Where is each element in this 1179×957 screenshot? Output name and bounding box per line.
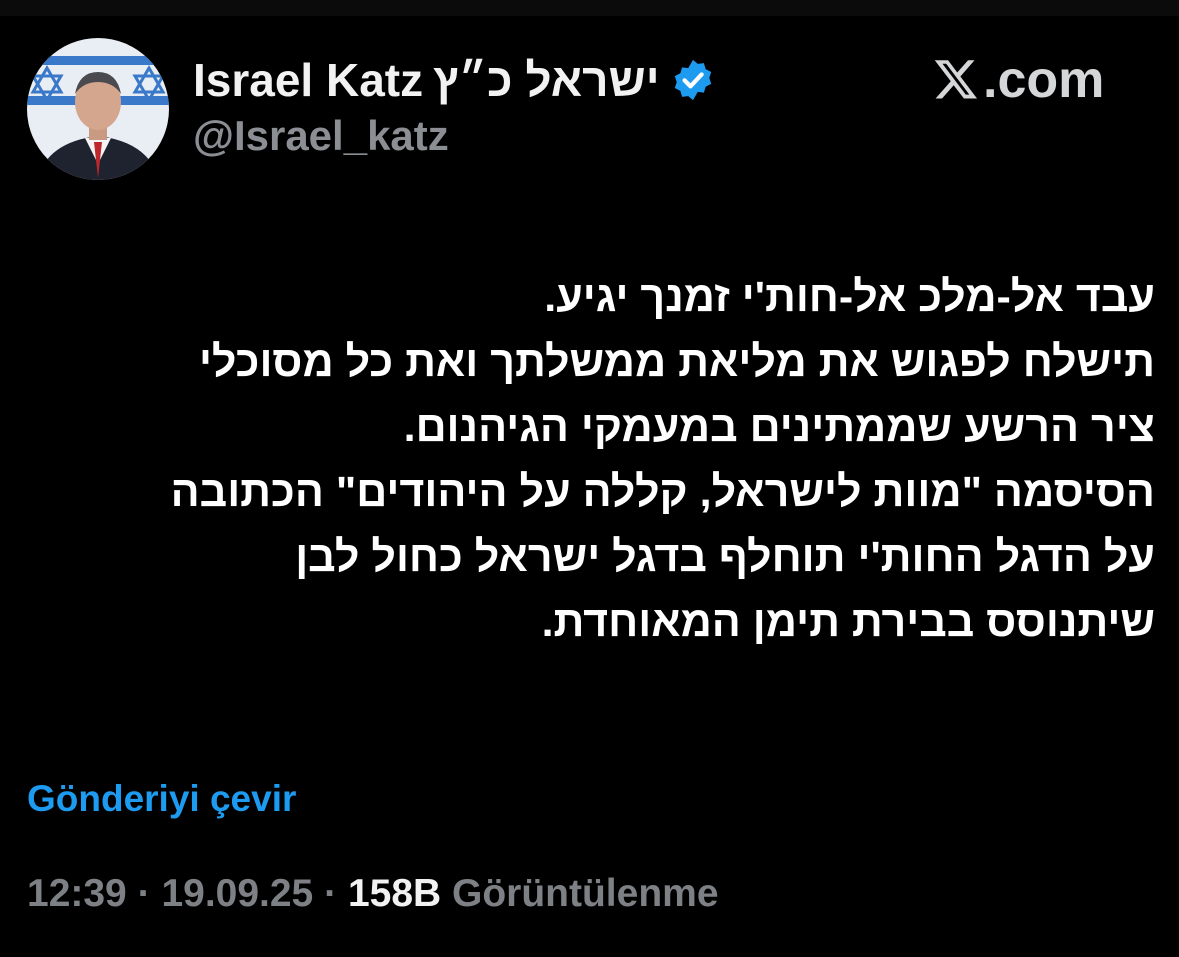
- brand-watermark: .com: [931, 50, 1104, 110]
- tweet-line: עבד אל-מלכ אל-חות'י זמנך יגיע.: [544, 273, 1155, 321]
- display-name-he: ישראל כ״ץ: [433, 54, 660, 106]
- display-name[interactable]: Israel Katz ישראל כ״ץ: [193, 52, 716, 108]
- views-label: Görüntülenme: [452, 872, 719, 915]
- display-name-en: Israel Katz: [193, 54, 424, 106]
- x-logo-icon: [931, 55, 981, 105]
- handle[interactable]: @Israel_katz: [193, 112, 449, 160]
- top-edge-bar: [0, 0, 1179, 16]
- views-count[interactable]: 158B: [348, 872, 441, 915]
- tweet-line: תישלח לפגוש את מליאת ממשלתך ואת כל מסוכל…: [198, 338, 1155, 386]
- tweet-line: על הדגל החות'י תוחלף בדגל ישראל כחול לבן: [295, 533, 1155, 581]
- tweet-line: שיתנוסס בבירת תימן המאוחדת.: [541, 598, 1155, 646]
- post-time[interactable]: 12:39: [27, 872, 127, 915]
- post-date[interactable]: 19.09.25: [161, 872, 313, 915]
- tweet-line: ציר הרשע שממתינים במעמקי הגיהנום.: [403, 403, 1155, 451]
- brand-domain: .com: [983, 51, 1105, 109]
- meta-separator: ·: [137, 872, 151, 915]
- avatar-image: [27, 38, 169, 180]
- translate-post-link[interactable]: Gönderiyi çevir: [27, 778, 296, 820]
- verified-badge-icon: [670, 57, 716, 103]
- avatar[interactable]: [27, 38, 169, 180]
- tweet-text: עבד אל-מלכ אל-חות'י זמנך יגיע. תישלח לפג…: [35, 265, 1155, 655]
- meta-separator: ·: [324, 872, 338, 915]
- tweet-line: הסיסמה "מוות לישראל, קללה על היהודים" הכ…: [170, 468, 1155, 516]
- post-meta: 12:39 · 19.09.25 · 158B Görüntülenme: [27, 872, 719, 916]
